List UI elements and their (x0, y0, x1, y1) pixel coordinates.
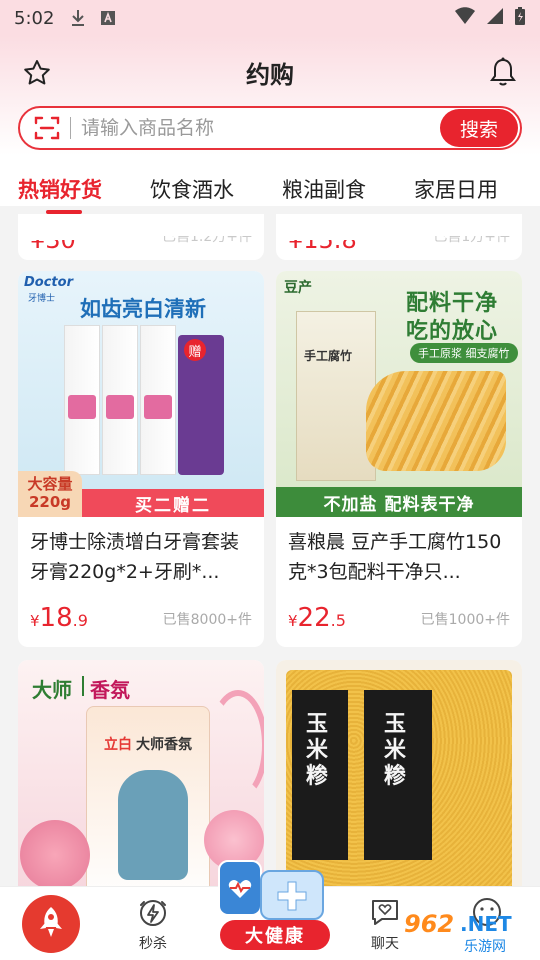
price-decimal: .5 (330, 611, 346, 630)
bell-icon[interactable] (488, 56, 518, 92)
previous-price-left: ¥30 (30, 226, 76, 254)
health-monitor-icon (218, 860, 262, 916)
previous-price-right: ¥15.8 (288, 226, 357, 254)
pack-text-right: 玉米糁 (384, 712, 407, 789)
product-name: 牙博士除渍增白牙膏套装牙膏220g*2+牙刷*... (30, 531, 240, 583)
pack-label: 手工腐竹 (304, 349, 353, 363)
promo-banner: 买二赠二 (82, 489, 264, 517)
pack-text-left: 玉米糁 (306, 712, 329, 789)
category-tabs: 热销好货 饮食酒水 粮油副食 家居日用 (0, 166, 540, 214)
product-price: ¥22.5 (288, 603, 346, 633)
font-app-icon (98, 8, 118, 28)
watermark-site-name: 乐游网 (464, 939, 506, 955)
price-decimal: .9 (72, 611, 88, 630)
gift-badge: 赠 (184, 339, 206, 361)
capacity-badge: 大容量 220g (18, 471, 82, 517)
page-title: 约购 (246, 60, 294, 89)
rocket-icon (36, 905, 66, 943)
product-headline-b: 香氛 (90, 678, 130, 702)
search-divider (70, 117, 71, 139)
watermark-logo: 962 .NET 乐游网 (404, 908, 534, 956)
chat-heart-icon (368, 895, 402, 929)
first-aid-kit-icon (260, 870, 324, 920)
tofu-skin-strips (366, 371, 506, 471)
tab-hot-goods[interactable]: 热销好货 (18, 174, 102, 204)
product-price: ¥18.9 (30, 603, 88, 633)
search-button[interactable]: 搜索 (440, 109, 518, 147)
product-image: 豆产 配料干净 吃的放心 手工原浆 细支腐竹 手工腐竹 不加盐 配料表干净 (276, 271, 522, 517)
brand-sub: 牙博士 (28, 294, 56, 304)
nav-big-health-label: 大健康 (220, 920, 330, 950)
product-headline: 如齿亮白清新 (80, 297, 206, 321)
promo-banner: 不加盐 配料表干净 (276, 487, 522, 517)
price-currency: ¥ (30, 612, 40, 630)
battery-icon (514, 6, 526, 30)
nav-home-button[interactable] (22, 895, 80, 953)
tofu-pack (296, 311, 376, 481)
status-time: 5:02 (14, 7, 55, 29)
brand-logo: Doctor (24, 275, 73, 290)
previous-sold-left: 已售1.2万+件 (162, 229, 252, 245)
product-card[interactable]: Doctor 牙博士 如齿亮白清新 赠 大容量 220g 买二赠二 牙博士除渍增… (18, 271, 264, 647)
download-icon (68, 8, 88, 28)
rose-left (20, 820, 90, 886)
lightning-clock-icon (136, 895, 170, 929)
title-bar: 约购 (0, 50, 540, 94)
pack-brand: 立白 (104, 737, 132, 753)
headline-divider (82, 676, 84, 696)
product-headline-a: 大师 (32, 678, 72, 702)
wifi-icon (454, 7, 476, 29)
product-image: Doctor 牙博士 如齿亮白清新 赠 大容量 220g 买二赠二 (18, 271, 264, 517)
search-input[interactable] (81, 117, 440, 139)
tab-food-drinks[interactable]: 饮食酒水 (150, 174, 234, 204)
watermark-number: 962 (404, 910, 455, 938)
tab-household[interactable]: 家居日用 (414, 174, 498, 204)
brand-logo: 豆产 (284, 280, 312, 296)
star-icon[interactable] (22, 58, 52, 92)
nav-chat-label: 聊天 (371, 936, 399, 952)
price-currency: ¥ (288, 612, 298, 630)
status-bar: 5:02 (0, 0, 540, 36)
nav-flash-sale-label: 秒杀 (139, 936, 167, 952)
nav-big-health[interactable]: 大健康 (210, 840, 330, 952)
product-grid: ¥30 已售1.2万+件 ¥15.8 已售1万+件 Doctor 牙博士 如齿亮… (0, 214, 540, 886)
search-bar: 搜索 (18, 106, 522, 150)
ribbon (208, 690, 264, 800)
signal-icon (486, 7, 504, 29)
sold-count: 已售8000+件 (162, 612, 252, 628)
previous-sold-right: 已售1万+件 (433, 229, 510, 245)
previous-card-right[interactable]: ¥15.8 已售1万+件 (276, 214, 522, 260)
price-integer: 18 (39, 603, 73, 633)
pack-name: 大师香氛 (136, 737, 192, 753)
product-name: 喜粮晨 豆产手工腐竹150克*3包配料干净只... (288, 531, 502, 583)
toothpaste-boxes (64, 325, 180, 475)
watermark-domain: .NET (460, 912, 512, 936)
feature-pill: 手工原浆 细支腐竹 (410, 343, 518, 363)
product-headline-2: 吃的放心 (406, 319, 499, 344)
sold-count: 已售1000+件 (420, 612, 510, 628)
previous-card-left[interactable]: ¥30 已售1.2万+件 (18, 214, 264, 260)
pouch-illustration (118, 770, 188, 880)
tab-grain-oil[interactable]: 粮油副食 (282, 174, 366, 204)
price-integer: 22 (297, 603, 331, 633)
scan-icon[interactable] (34, 115, 60, 141)
product-card[interactable]: 豆产 配料干净 吃的放心 手工原浆 细支腐竹 手工腐竹 不加盐 配料表干净 喜粮… (276, 271, 522, 647)
nav-flash-sale[interactable]: 秒杀 (118, 895, 188, 953)
